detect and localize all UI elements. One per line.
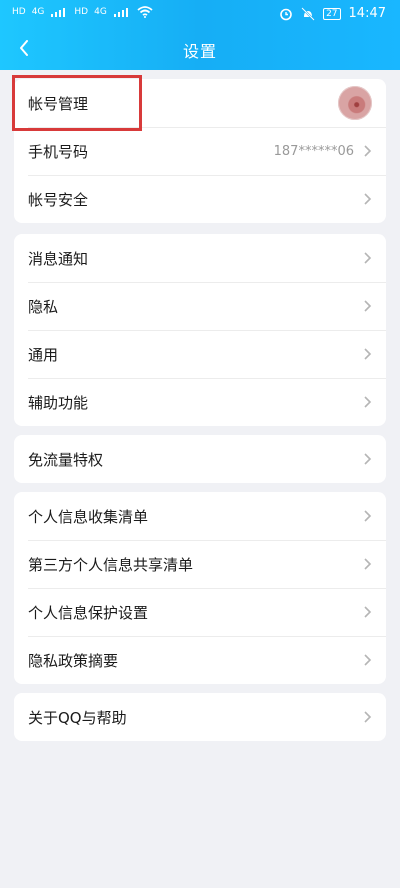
settings-row-info-protection[interactable]: 个人信息保护设置 (14, 588, 386, 636)
settings-row-account-security[interactable]: 帐号安全 (14, 175, 386, 223)
row-label: 个人信息保护设置 (28, 603, 149, 622)
chevron-right-icon (364, 145, 372, 157)
row-label: 个人信息收集清单 (28, 507, 149, 526)
alarm-icon (280, 8, 292, 20)
row-label: 第三方个人信息共享清单 (28, 555, 194, 574)
settings-row-third-party-share[interactable]: 第三方个人信息共享清单 (14, 540, 386, 588)
general-group: 消息通知 隐私 通用 辅助功能 (14, 234, 386, 426)
mute-icon (301, 6, 315, 21)
settings-row-privacy-summary[interactable]: 隐私政策摘要 (14, 636, 386, 684)
signal-icon-2 (113, 8, 128, 17)
status-left: HD 4G HD 4G (12, 6, 153, 18)
personal-info-group: 个人信息收集清单 第三方个人信息共享清单 个人信息保护设置 隐私政策摘要 (14, 492, 386, 684)
row-label: 隐私政策摘要 (28, 651, 119, 670)
chevron-right-icon (364, 654, 372, 666)
account-group: 帐号管理 手机号码 187******06 帐号安全 (14, 79, 386, 223)
status-right: 27 14:47 (279, 6, 386, 21)
status-bar: HD 4G HD 4G 27 14:47 (0, 0, 400, 28)
row-label: 免流量特权 (28, 450, 104, 469)
row-label: 关于QQ与帮助 (28, 708, 127, 727)
chevron-right-icon (364, 558, 372, 570)
signal-icon (51, 8, 66, 17)
phone-number-value: 187******06 (273, 143, 354, 159)
page-title: 设置 (182, 42, 217, 61)
chevron-right-icon (364, 193, 372, 205)
about-group: 关于QQ与帮助 (14, 693, 386, 741)
row-label: 辅助功能 (28, 393, 89, 412)
hd-indicator-1: HD (12, 6, 26, 17)
chevron-right-icon (364, 252, 372, 264)
settings-row-notifications[interactable]: 消息通知 (14, 234, 386, 282)
settings-row-free-data[interactable]: 免流量特权 (14, 435, 386, 483)
settings-row-about[interactable]: 关于QQ与帮助 (14, 693, 386, 741)
row-label: 手机号码 (28, 142, 89, 161)
hd-indicator-2: HD (74, 6, 89, 17)
network-indicator-2: 4G (94, 6, 107, 17)
row-label: 通用 (28, 345, 59, 364)
row-label: 消息通知 (28, 249, 89, 268)
settings-row-accessibility[interactable]: 辅助功能 (14, 378, 386, 426)
settings-row-privacy[interactable]: 隐私 (14, 282, 386, 330)
avatar (338, 86, 372, 120)
chevron-right-icon (364, 711, 372, 723)
wifi-icon (137, 6, 153, 18)
data-free-group: 免流量特权 (14, 435, 386, 483)
battery-indicator: 27 (323, 7, 341, 20)
chevron-right-icon (364, 396, 372, 408)
settings-row-general[interactable]: 通用 (14, 330, 386, 378)
row-label: 帐号管理 (28, 94, 89, 113)
chevron-right-icon (364, 606, 372, 618)
clock: 14:47 (348, 6, 386, 21)
row-label: 隐私 (28, 297, 59, 316)
settings-row-account-management[interactable]: 帐号管理 (14, 79, 386, 127)
chevron-right-icon (364, 300, 372, 312)
header: HD 4G HD 4G 27 14:47 设置 (0, 0, 400, 70)
settings-row-phone-number[interactable]: 手机号码 187******06 (14, 127, 386, 175)
chevron-right-icon (364, 453, 372, 465)
settings-row-info-collection[interactable]: 个人信息收集清单 (14, 492, 386, 540)
row-label: 帐号安全 (28, 190, 89, 209)
chevron-right-icon (364, 348, 372, 360)
navbar: 设置 (0, 28, 400, 70)
network-indicator-1: 4G (31, 6, 45, 17)
chevron-right-icon (364, 510, 372, 522)
